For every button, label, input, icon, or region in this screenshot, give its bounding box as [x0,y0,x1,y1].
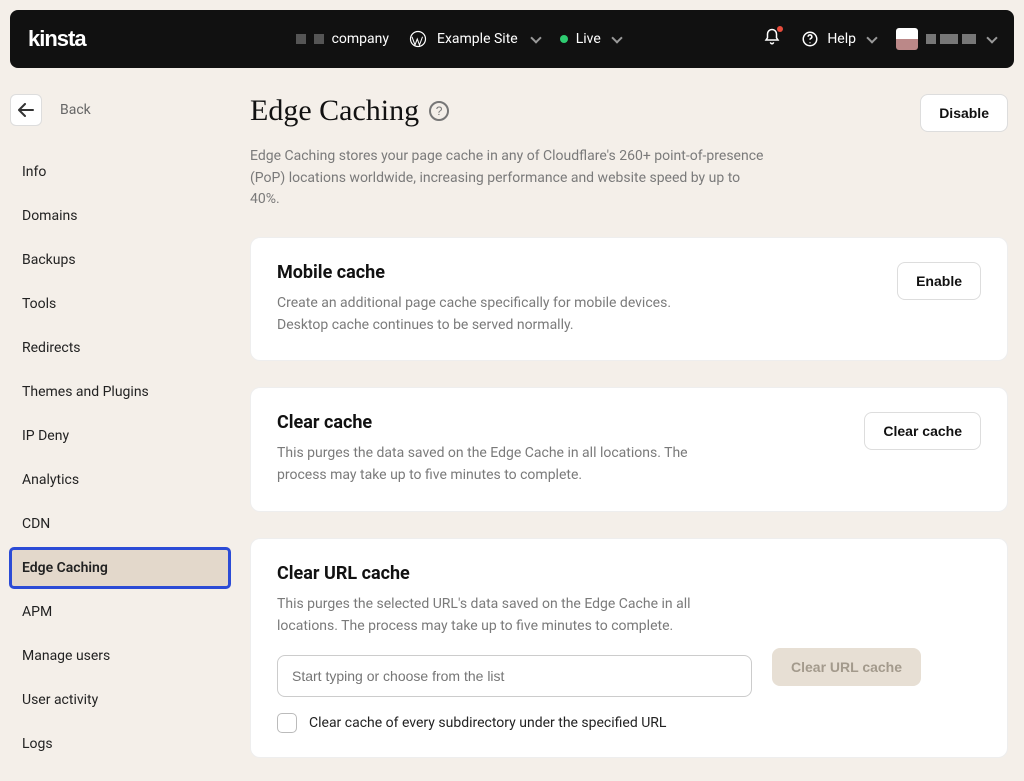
chevron-down-icon [611,32,622,43]
url-input[interactable] [277,655,752,697]
page-description: Edge Caching stores your page cache in a… [250,146,770,211]
user-label [926,34,976,44]
sidebar-item-info[interactable]: Info [10,152,230,192]
subdirectory-checkbox-row[interactable]: Clear cache of every subdirectory under … [277,713,981,733]
checkbox-label: Clear cache of every subdirectory under … [309,715,666,731]
help-icon [801,30,819,48]
sidebar-item-backups[interactable]: Backups [10,240,230,280]
environment-selector[interactable]: Live [560,31,621,47]
logo[interactable]: kinsta [28,26,86,52]
back-button[interactable] [10,94,42,126]
sidebar-item-redirects[interactable]: Redirects [10,328,230,368]
checkbox-icon[interactable] [277,713,297,733]
sidebar-item-edge-caching[interactable]: Edge Caching [10,548,230,588]
help-menu[interactable]: Help [801,30,876,48]
card-clear-url-cache: Clear URL cache This purges the selected… [250,538,1008,758]
sidebar-item-apm[interactable]: APM [10,592,230,632]
card-mobile-cache: Mobile cache Create an additional page c… [250,237,1008,361]
sidebar-item-logs[interactable]: Logs [10,724,230,764]
sidebar-item-manage-users[interactable]: Manage users [10,636,230,676]
topbar: kinsta company Example Site Live He [10,10,1014,68]
sidebar-item-user-activity[interactable]: User activity [10,680,230,720]
sidebar-item-cdn[interactable]: CDN [10,504,230,544]
notification-dot-icon [777,26,783,32]
status-dot-icon [560,35,568,43]
clear-url-cache-button[interactable]: Clear URL cache [772,648,921,686]
clear-cache-button[interactable]: Clear cache [864,412,981,450]
avatar [896,28,918,50]
card-description: This purges the data saved on the Edge C… [277,443,697,486]
back-label: Back [60,102,91,118]
card-clear-cache: Clear cache This purges the data saved o… [250,387,1008,511]
help-tooltip-icon[interactable]: ? [429,101,449,121]
company-label: company [332,31,389,47]
sidebar-item-tools[interactable]: Tools [10,284,230,324]
help-label: Help [827,31,856,47]
card-title: Clear cache [277,412,697,433]
card-title: Clear URL cache [277,563,981,584]
page-title: Edge Caching ? [250,94,449,128]
sidebar-item-analytics[interactable]: Analytics [10,460,230,500]
chevron-down-icon [986,32,997,43]
chevron-down-icon [866,32,877,43]
site-selector[interactable]: Example Site [409,30,540,48]
disable-button[interactable]: Disable [920,94,1008,132]
wordpress-icon [409,30,427,48]
company-selector[interactable]: company [296,31,389,47]
card-description: This purges the selected URL's data save… [277,594,737,637]
card-description: Create an additional page cache specific… [277,293,697,336]
notifications-button[interactable] [763,28,781,50]
sidebar: Info Domains Backups Tools Redirects The… [10,152,230,768]
card-title: Mobile cache [277,262,697,283]
sidebar-item-domains[interactable]: Domains [10,196,230,236]
sidebar-item-ip-deny[interactable]: IP Deny [10,416,230,456]
site-label: Example Site [437,31,518,47]
arrow-left-icon [18,103,34,117]
sidebar-item-themes-plugins[interactable]: Themes and Plugins [10,372,230,412]
env-label: Live [576,31,601,47]
chevron-down-icon [530,32,541,43]
user-menu[interactable] [896,28,996,50]
company-icon [314,34,324,44]
company-icon [296,34,306,44]
enable-mobile-cache-button[interactable]: Enable [897,262,981,300]
